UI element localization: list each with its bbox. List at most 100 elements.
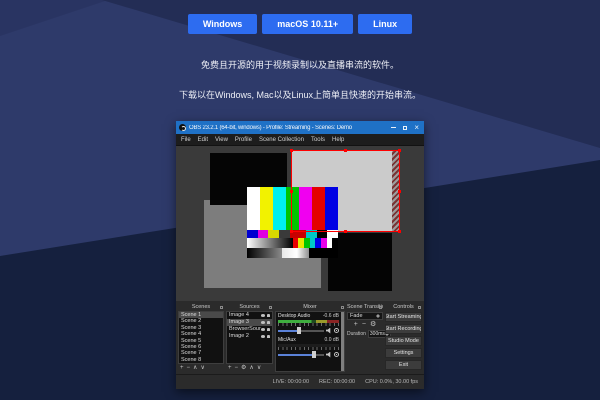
- window-title: OBS 23.2.1 (64-bit, windows) - Profile: …: [189, 125, 391, 131]
- tagline-line-2: 下载以在Windows, Mac以及Linux上简单且快速的开始串流。: [0, 88, 600, 101]
- move-scene-down-button[interactable]: ∨: [200, 364, 204, 372]
- tagline-line-1: 免费且开源的用于视频录制以及直播串流的软件。: [0, 58, 600, 71]
- mixer-channel-desktop-audio: Desktop Audio -0.6 dB: [278, 313, 339, 334]
- mixer-panel: Desktop Audio -0.6 dB: [275, 311, 345, 372]
- download-linux-button[interactable]: Linux: [358, 14, 412, 34]
- download-buttons-row: Windows macOS 10.11+ Linux: [0, 14, 600, 34]
- visibility-eye-icon[interactable]: [261, 321, 265, 324]
- scenes-list: Scene 1 Scene 2 Scene 3 Scene 4 Scene 5 …: [178, 311, 224, 364]
- menu-help[interactable]: Help: [332, 137, 344, 143]
- volume-slider-handle[interactable]: [312, 351, 316, 358]
- channel-gear-icon[interactable]: [334, 352, 339, 357]
- move-scene-up-button[interactable]: ∧: [193, 364, 197, 372]
- duration-label: Duration: [347, 331, 366, 337]
- meter-tick-scale: [278, 347, 339, 350]
- status-cpu-fps: CPU: 0.0%, 30.00 fps: [365, 379, 418, 385]
- lock-icon[interactable]: [267, 314, 270, 317]
- lock-icon[interactable]: [267, 321, 270, 324]
- dock-area: Scenes Scene 1 Scene 2 Scene 3 Scene 4 S…: [176, 301, 424, 374]
- transition-select[interactable]: Fade: [347, 312, 383, 320]
- remove-source-button[interactable]: −: [235, 364, 239, 372]
- lock-icon[interactable]: [267, 335, 270, 338]
- sources-list: Image 4 Image 3 BrowserSource: [226, 311, 273, 364]
- menu-tools[interactable]: Tools: [311, 137, 325, 143]
- remove-transition-button[interactable]: −: [362, 321, 366, 329]
- controls-dock: Controls Start Streaming Start Recording…: [385, 303, 422, 372]
- studio-mode-button[interactable]: Studio Mode: [385, 336, 422, 346]
- source-list-item[interactable]: Image 4: [227, 312, 272, 319]
- channel-level-db: -0.6 dB: [323, 313, 339, 319]
- status-bar: LIVE: 00:00:00 REC: 00:00:00 CPU: 0.0%, …: [176, 374, 424, 389]
- volume-slider[interactable]: [278, 330, 324, 332]
- test-pattern-gradient-row: [247, 238, 338, 248]
- selection-handle[interactable]: [344, 149, 347, 152]
- menu-view[interactable]: View: [215, 137, 228, 143]
- status-rec-time: REC: 00:00:00: [319, 379, 355, 385]
- selection-handle[interactable]: [290, 190, 293, 193]
- menu-scene-collection[interactable]: Scene Collection: [259, 137, 304, 143]
- selection-handle[interactable]: [290, 149, 293, 152]
- add-transition-button[interactable]: +: [354, 321, 358, 329]
- visibility-eye-icon[interactable]: [261, 314, 265, 317]
- minimize-icon[interactable]: [391, 127, 396, 128]
- selection-handle[interactable]: [398, 149, 401, 152]
- transition-properties-gear-button[interactable]: ⚙: [370, 321, 376, 329]
- source-list-item[interactable]: BrowserSource: [227, 326, 272, 333]
- select-spinner-icon[interactable]: [376, 314, 380, 319]
- move-source-down-button[interactable]: ∨: [257, 364, 261, 372]
- mixer-channel-mic-aux: Mic/Aux 0.0 dB: [278, 337, 339, 358]
- dock-float-icon[interactable]: [418, 306, 421, 309]
- selection-handle[interactable]: [398, 190, 401, 193]
- dock-float-icon[interactable]: [341, 306, 344, 309]
- volume-slider[interactable]: [278, 354, 324, 356]
- visibility-eye-icon[interactable]: [261, 328, 265, 331]
- settings-button[interactable]: Settings: [385, 348, 422, 358]
- source-list-item[interactable]: Image 2: [227, 333, 272, 340]
- selection-handle[interactable]: [344, 230, 347, 233]
- window-titlebar[interactable]: OBS 23.2.1 (64-bit, windows) - Profile: …: [176, 121, 424, 134]
- download-macos-button[interactable]: macOS 10.11+: [262, 14, 353, 34]
- test-pattern-bottom-row: [247, 248, 338, 258]
- visibility-eye-icon[interactable]: [261, 335, 265, 338]
- obs-logo-icon: [179, 124, 186, 131]
- start-recording-button[interactable]: Start Recording: [385, 324, 422, 334]
- speaker-mute-icon[interactable]: [326, 352, 332, 358]
- mixer-dock-title: Mixer: [303, 304, 316, 310]
- scenes-dock: Scenes Scene 1 Scene 2 Scene 3 Scene 4 S…: [178, 303, 224, 372]
- remove-scene-button[interactable]: −: [187, 364, 191, 372]
- menu-edit[interactable]: Edit: [198, 137, 208, 143]
- scene-list-item[interactable]: Scene 9: [179, 363, 223, 364]
- dock-float-icon[interactable]: [269, 306, 272, 309]
- download-windows-button[interactable]: Windows: [188, 14, 257, 34]
- page: Windows macOS 10.11+ Linux 免费且开源的用于视频录制以…: [0, 0, 600, 400]
- mixer-dock: Mixer Desktop Audio -0.6 dB: [275, 303, 345, 372]
- source-list-item[interactable]: Image 3: [227, 319, 272, 326]
- channel-name: Mic/Aux: [278, 337, 296, 343]
- menu-file[interactable]: File: [181, 137, 191, 143]
- volume-slider-handle[interactable]: [297, 327, 301, 334]
- selection-outline[interactable]: [291, 150, 400, 232]
- channel-gear-icon[interactable]: [334, 328, 339, 333]
- exit-button[interactable]: Exit: [385, 360, 422, 370]
- channel-name: Desktop Audio: [278, 313, 310, 319]
- selection-handle[interactable]: [290, 230, 293, 233]
- speaker-mute-icon[interactable]: [326, 328, 332, 334]
- add-scene-button[interactable]: +: [180, 364, 184, 372]
- lock-icon[interactable]: [267, 328, 270, 331]
- preview-canvas[interactable]: [176, 146, 424, 301]
- dock-float-icon[interactable]: [379, 306, 382, 309]
- move-source-up-button[interactable]: ∧: [249, 364, 253, 372]
- obs-app-window: OBS 23.2.1 (64-bit, windows) - Profile: …: [176, 121, 424, 389]
- maximize-icon[interactable]: [403, 126, 407, 130]
- start-streaming-button[interactable]: Start Streaming: [385, 312, 422, 322]
- mixer-scrollbar[interactable]: [341, 312, 344, 371]
- source-properties-gear-button[interactable]: ⚙: [241, 364, 246, 372]
- sources-dock-title: Sources: [239, 304, 259, 310]
- dock-float-icon[interactable]: [220, 306, 223, 309]
- selection-handle[interactable]: [398, 230, 401, 233]
- controls-dock-title: Controls: [393, 304, 413, 310]
- add-source-button[interactable]: +: [228, 364, 232, 372]
- close-icon[interactable]: ×: [414, 125, 419, 131]
- menu-profile[interactable]: Profile: [235, 137, 252, 143]
- scenes-dock-title: Scenes: [192, 304, 210, 310]
